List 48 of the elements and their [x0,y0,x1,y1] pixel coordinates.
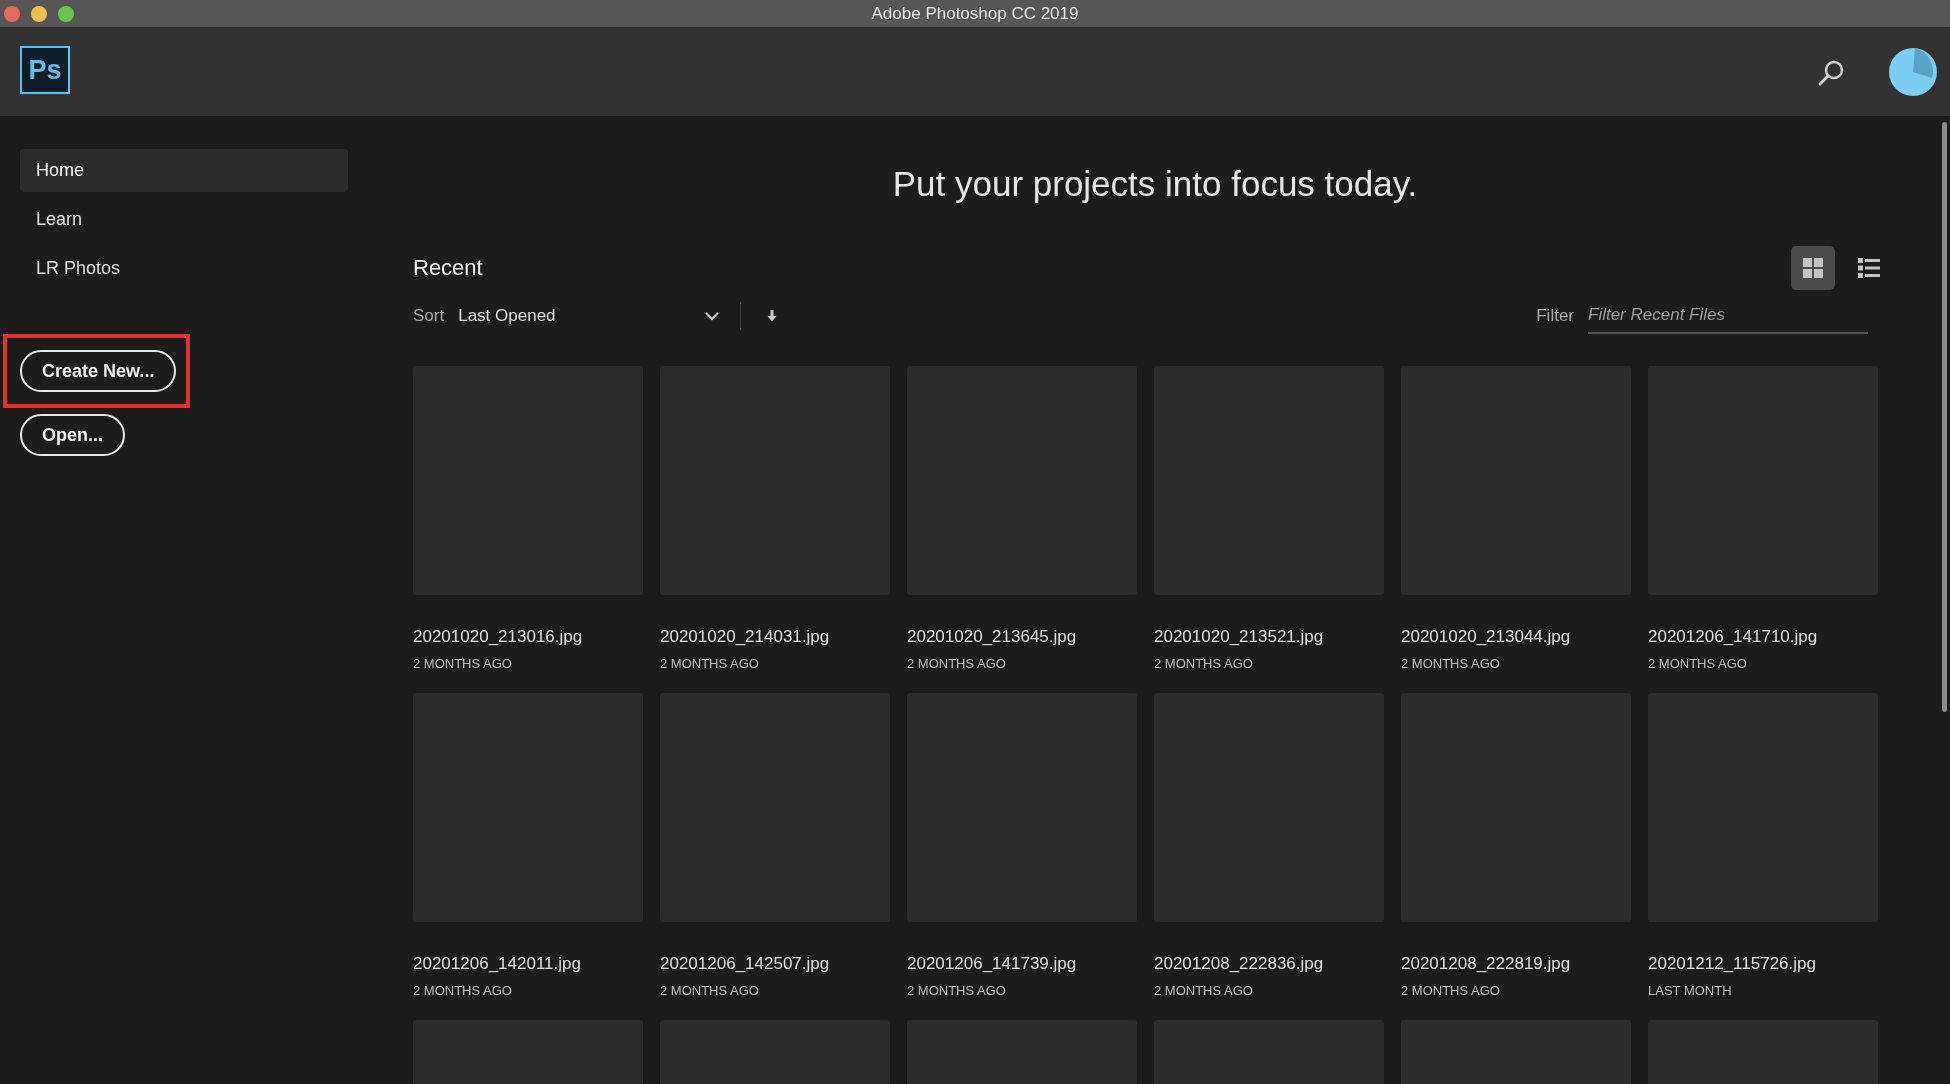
file-name: 20201206_141710.jpg [1648,627,1819,647]
file-age: 2 MONTHS AGO [1648,656,1748,671]
search-icon[interactable] [1816,58,1846,88]
filter-label: Filter [1536,306,1574,326]
sidebar-item[interactable]: Home [20,149,348,192]
sort-direction-icon[interactable] [767,309,778,323]
zoom-icon[interactable] [58,5,74,22]
app-logo[interactable]: Ps [20,46,70,94]
close-icon[interactable] [4,5,20,22]
avatar-icon[interactable] [1888,47,1938,97]
sidebar-item[interactable]: Learn [20,198,348,241]
grid-icon [1802,257,1824,279]
file-age: 2 MONTHS AGO [907,983,1007,998]
sort-dropdown[interactable]: Last Opened [458,306,721,326]
section-title: Recent [413,255,483,281]
file-age: 2 MONTHS AGO [413,983,513,998]
file-age: 2 MONTHS AGO [413,656,513,671]
file-name: 20201206_142507.jpg [660,954,831,974]
sort-label: Sort [413,306,445,326]
file-name: 20201020_213645.jpg [907,627,1078,647]
sidebar-button[interactable]: Create New... [20,350,177,392]
file-age: 2 MONTHS AGO [1154,983,1254,998]
file-name: 20201212_115726.jpg [1648,954,1817,974]
file-name: 20201206_141739.jpg [907,954,1078,974]
grid-view-button[interactable] [1791,246,1835,290]
file-age: LAST MONTH [1648,983,1733,998]
file-name: 20201206_142011.jpg [413,954,582,974]
sidebar-button[interactable]: Open... [20,414,125,456]
file-age: 2 MONTHS AGO [1154,656,1254,671]
chevron-down-icon [704,311,721,321]
file-name: 20201208_222836.jpg [1154,954,1325,974]
file-age: 2 MONTHS AGO [1401,656,1501,671]
file-name: 20201020_214031.jpg [660,627,831,647]
file-age: 2 MONTHS AGO [1401,983,1501,998]
file-age: 2 MONTHS AGO [660,656,760,671]
file-age: 2 MONTHS AGO [907,656,1007,671]
file-age: 2 MONTHS AGO [660,983,760,998]
list-icon [1857,257,1881,279]
scrollbar-thumb[interactable] [1942,122,1947,712]
file-name: 20201020_213521.jpg [1154,627,1325,647]
file-name: 20201208_222819.jpg [1401,954,1572,974]
window-title: Adobe Photoshop CC 2019 [871,3,1079,24]
minimize-icon[interactable] [31,5,47,22]
sidebar-item[interactable]: LR Photos [20,247,348,290]
file-name: 20201020_213016.jpg [413,627,584,647]
file-name: 20201020_213044.jpg [1401,627,1572,647]
headline: Put your projects into focus today. [891,164,1419,204]
filter-field[interactable]: Filter Recent Files [1588,298,1868,334]
